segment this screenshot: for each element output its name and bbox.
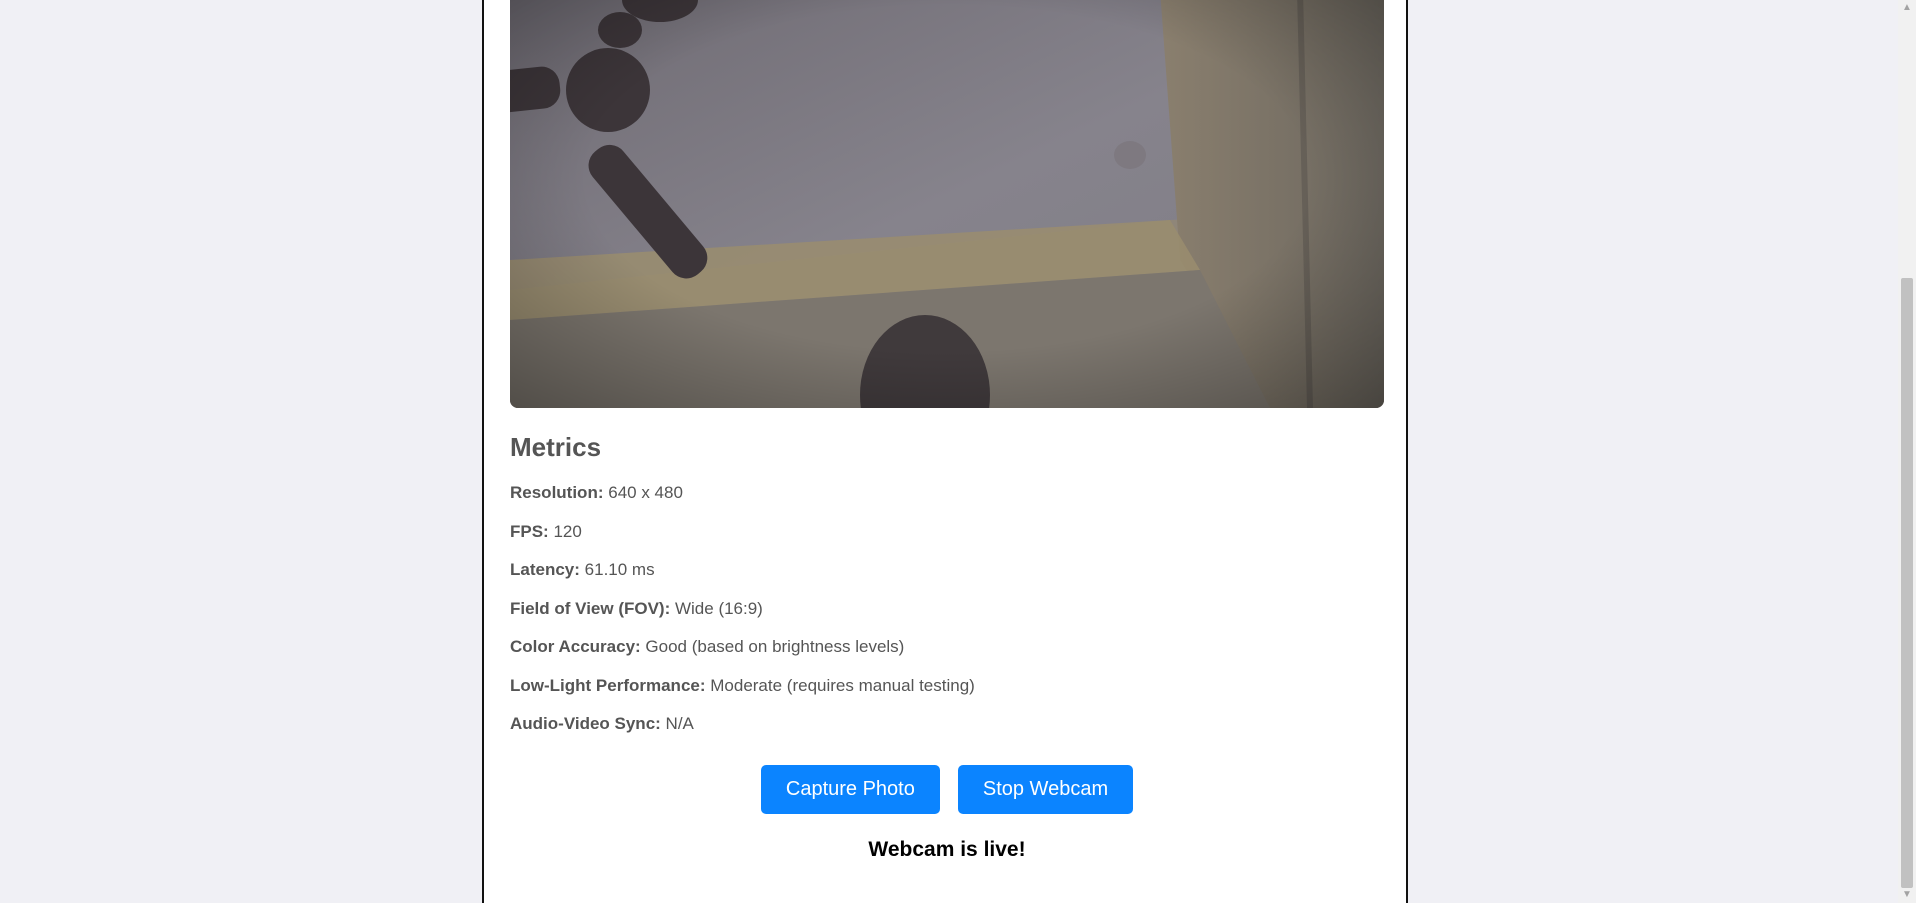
arrow-up-icon[interactable]: ▲ [1898, 0, 1916, 16]
vertical-scrollbar[interactable]: ▲ ▼ [1898, 0, 1916, 903]
metric-label: FPS: [510, 521, 549, 541]
metric-label: Resolution: [510, 483, 604, 502]
metric-value: 61.10 ms [584, 560, 655, 579]
metric-label: Audio-Video Sync: [510, 714, 661, 733]
metric-label: Low-Light Performance: [510, 675, 706, 695]
metric-label: Field of View (FOV): [510, 598, 671, 618]
scrollbar-thumb[interactable] [1901, 278, 1913, 888]
arrow-down-icon[interactable]: ▼ [1898, 887, 1916, 903]
metric-value: 120 [553, 521, 582, 541]
action-buttons: Capture Photo Stop Webcam [484, 765, 1410, 814]
metric-value: 640 x 480 [608, 483, 683, 502]
page: Metrics Resolution: 640 x 480 FPS: 120 L… [0, 0, 1916, 903]
metric-value: Wide (16:9) [674, 598, 763, 618]
metric-value: Moderate (requires manual testing) [710, 675, 975, 695]
metric-value: N/A [665, 714, 694, 733]
metric-value: Good (based on brightness levels) [645, 637, 905, 656]
metric-av-sync: Audio-Video Sync: N/A [510, 713, 1384, 752]
status-message: Webcam is live! [868, 838, 1026, 861]
metric-low-light: Low-Light Performance: Moderate (require… [510, 675, 1384, 714]
metric-resolution: Resolution: 640 x 480 [510, 482, 1384, 521]
metric-label: Latency: [510, 560, 580, 579]
metrics-section: Metrics Resolution: 640 x 480 FPS: 120 L… [510, 430, 1384, 752]
webcam-frame-image [510, 0, 1384, 408]
metrics-heading: Metrics [510, 432, 602, 462]
metric-latency: Latency: 61.10 ms [510, 559, 1384, 598]
capture-photo-button[interactable]: Capture Photo [760, 765, 940, 814]
webcam-video-feed [510, 0, 1384, 408]
metric-fps: FPS: 120 [510, 521, 1384, 560]
metric-color-accuracy: Color Accuracy: Good (based on brightnes… [510, 636, 1384, 675]
metric-fov: Field of View (FOV): Wide (16:9) [510, 598, 1384, 637]
webcam-panel: Metrics Resolution: 640 x 480 FPS: 120 L… [482, 0, 1408, 903]
metric-label: Color Accuracy: [510, 637, 641, 656]
stop-webcam-button[interactable]: Stop Webcam [957, 765, 1134, 814]
